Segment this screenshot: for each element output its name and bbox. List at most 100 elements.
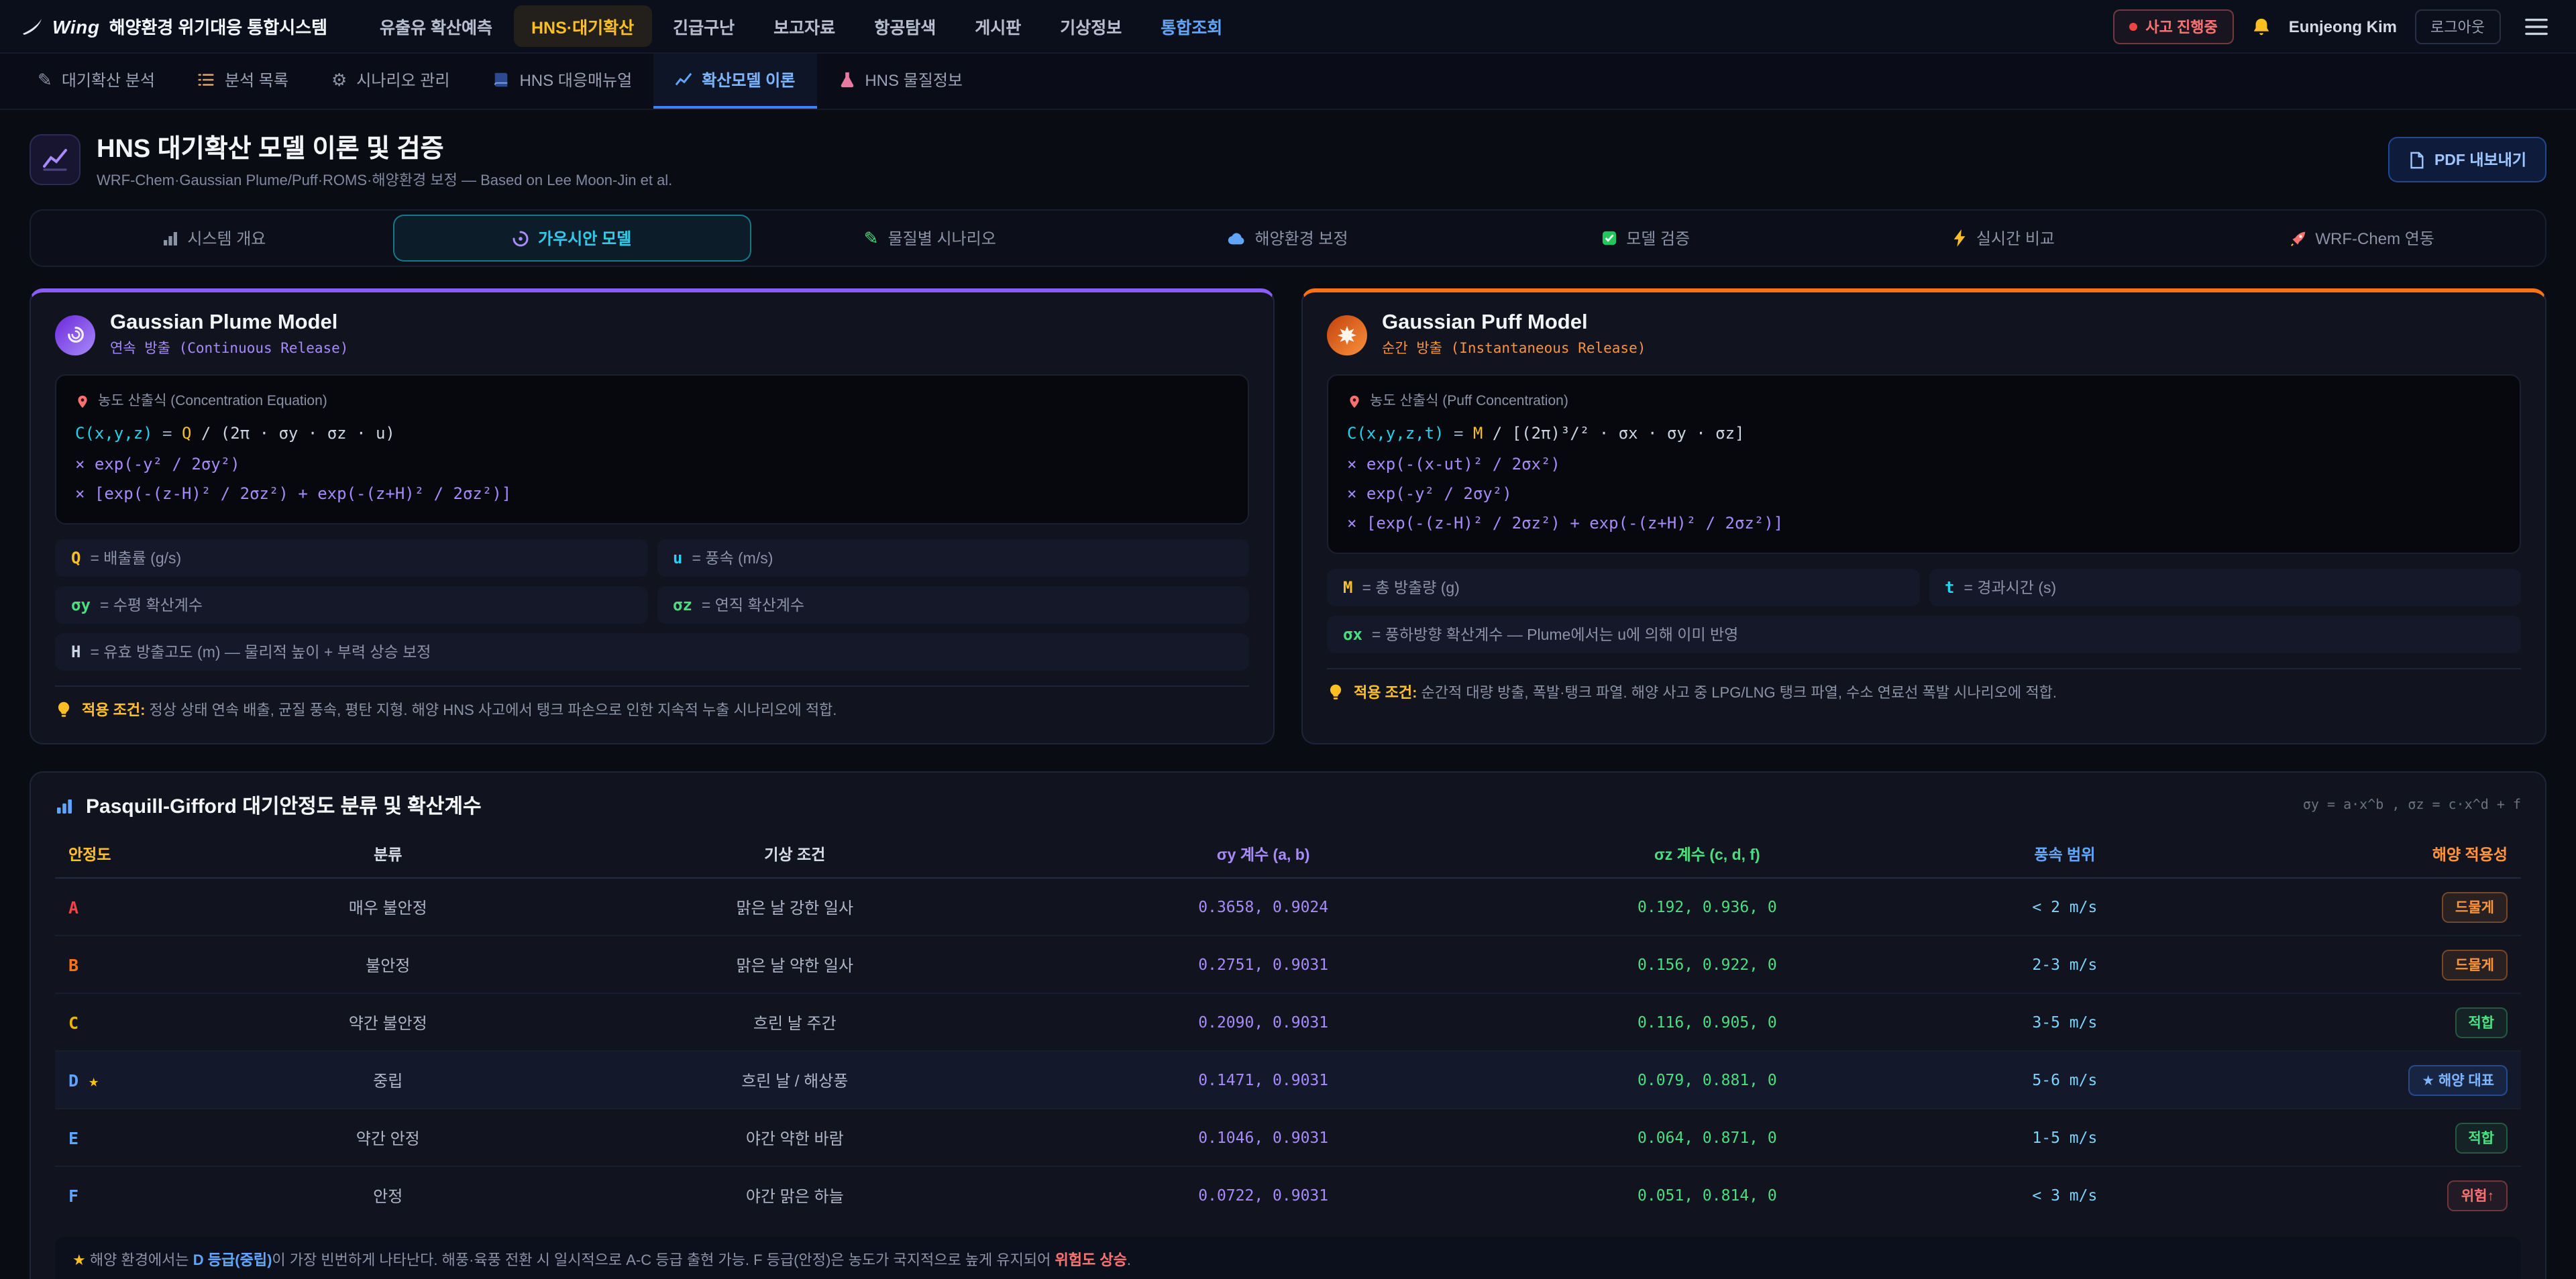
applicability-cell: 드물게 bbox=[2200, 936, 2521, 993]
sigma-y-cell: 0.1471, 0.9031 bbox=[1041, 1051, 1485, 1109]
puff-avatar-icon bbox=[1327, 315, 1367, 355]
puff-card-title: Gaussian Puff Model bbox=[1382, 311, 1646, 335]
weather-cell: 맑은 날 강한 일사 bbox=[548, 878, 1041, 936]
stability-header-row: 안정도 분류 기상 조건 σy 계수 (a, b) σz 계수 (c, d, f… bbox=[55, 832, 2521, 878]
param-M: M= 총 방출량 (g) bbox=[1327, 569, 1919, 606]
page-header-chart-icon bbox=[30, 134, 80, 185]
subnav-item-hns-manual[interactable]: HNS 대응매뉴얼 bbox=[471, 54, 653, 109]
wind-cell: 1-5 m/s bbox=[1929, 1109, 2200, 1166]
rocket-icon bbox=[2290, 230, 2306, 246]
col-wind: 풍속 범위 bbox=[1929, 832, 2200, 878]
tab-gaussian-model[interactable]: 가우시안 모델 bbox=[393, 215, 751, 262]
stability-footnote: ★ 해양 환경에서는 D 등급(중립)이 가장 빈번하게 나타난다. 해풍·육풍… bbox=[55, 1237, 2521, 1279]
puff-application-note: 적용 조건: 순간적 대량 방출, 폭발·탱크 파열. 해양 사고 중 LPG/… bbox=[1327, 668, 2521, 706]
page-title: HNS 대기확산 모델 이론 및 검증 bbox=[97, 129, 672, 165]
sigma-y-cell: 0.2090, 0.9031 bbox=[1041, 993, 1485, 1051]
subnav-item-scenario-management[interactable]: ⚙ 시나리오 관리 bbox=[310, 54, 471, 109]
bar-chart-icon bbox=[55, 796, 74, 815]
tab-model-validation[interactable]: 모델 검증 bbox=[1467, 215, 1825, 262]
stability-row-E: E 약간 안정 야간 약한 바람 0.1046, 0.9031 0.064, 0… bbox=[55, 1109, 2521, 1166]
gear-icon: ⚙ bbox=[331, 71, 347, 89]
grade-cell: C bbox=[55, 993, 227, 1051]
subnav-item-analysis-list[interactable]: 분석 목록 bbox=[176, 54, 310, 109]
wind-cell: < 2 m/s bbox=[1929, 878, 2200, 936]
applicability-cell: 드물게 bbox=[2200, 878, 2521, 936]
applicability-cell: 적합 bbox=[2200, 1109, 2521, 1166]
star-icon: ★ bbox=[72, 1253, 86, 1269]
stability-table-title: Pasquill-Gifford 대기안정도 분류 및 확산계수 bbox=[86, 791, 482, 820]
subnav-item-hns-substance-info[interactable]: HNS 물질정보 bbox=[816, 54, 984, 109]
plume-equation-label: 농도 산출식 (Concentration Equation) bbox=[75, 389, 1229, 415]
hamburger-menu-icon[interactable] bbox=[2518, 10, 2555, 42]
sigma-y-cell: 0.3658, 0.9024 bbox=[1041, 878, 1485, 936]
notification-bell-icon[interactable] bbox=[2251, 15, 2271, 37]
weather-cell: 흐린 날 주간 bbox=[548, 993, 1041, 1051]
nav-item-board[interactable]: 게시판 bbox=[957, 5, 1038, 47]
pin-icon bbox=[1347, 394, 1362, 409]
param-sigma-z: σz= 연직 확산계수 bbox=[657, 586, 1249, 624]
puff-equation-line2: × exp(-(x-ut)² / 2σx²) bbox=[1347, 449, 2501, 478]
incident-status-badge: 사고 진행중 bbox=[2113, 9, 2233, 44]
nav-item-integrated-search[interactable]: 통합조회 bbox=[1143, 5, 1240, 47]
wind-cell: 5-6 m/s bbox=[1929, 1051, 2200, 1109]
weather-cell: 야간 맑은 하늘 bbox=[548, 1166, 1041, 1223]
tab-substance-scenarios[interactable]: ✎ 물질별 시나리오 bbox=[751, 215, 1109, 262]
nav-item-oil-spill[interactable]: 유출유 확산예측 bbox=[362, 5, 510, 47]
nav-item-rescue[interactable]: 긴급구난 bbox=[655, 5, 752, 47]
pencil-icon: ✎ bbox=[38, 71, 52, 89]
list-icon bbox=[198, 71, 215, 89]
col-sigma-y: σy 계수 (a, b) bbox=[1041, 832, 1485, 878]
brand-name: Wing bbox=[52, 15, 100, 37]
book-icon bbox=[492, 71, 510, 89]
grade-cell: B bbox=[55, 936, 227, 993]
sigma-z-cell: 0.064, 0.871, 0 bbox=[1485, 1109, 1929, 1166]
grade-cell: F bbox=[55, 1166, 227, 1223]
pdf-export-button[interactable]: PDF 내보내기 bbox=[2389, 137, 2546, 182]
applicability-cell: ★ 해양 대표 bbox=[2200, 1051, 2521, 1109]
sigma-y-cell: 0.1046, 0.9031 bbox=[1041, 1109, 1485, 1166]
sigma-z-cell: 0.116, 0.905, 0 bbox=[1485, 993, 1929, 1051]
sigma-y-cell: 0.0722, 0.9031 bbox=[1041, 1166, 1485, 1223]
tab-system-overview[interactable]: 시스템 개요 bbox=[35, 215, 393, 262]
tab-marine-correction[interactable]: 해양환경 보정 bbox=[1109, 215, 1467, 262]
param-Q: Q= 배출률 (g/s) bbox=[55, 539, 647, 577]
logout-button[interactable]: 로그아웃 bbox=[2414, 9, 2501, 44]
nav-item-reports[interactable]: 보고자료 bbox=[756, 5, 853, 47]
subnav-item-dispersion-analysis[interactable]: ✎ 대기확산 분석 bbox=[16, 54, 176, 109]
class-cell: 안정 bbox=[227, 1166, 548, 1223]
tab-realtime-comparison[interactable]: 실시간 비교 bbox=[1825, 215, 2184, 262]
model-cards-row: Gaussian Plume Model 연속 방출 (Continuous R… bbox=[30, 288, 2546, 744]
subnav-item-model-theory[interactable]: 확산모델 이론 bbox=[653, 54, 816, 109]
stability-panel-header: Pasquill-Gifford 대기안정도 분류 및 확산계수 σy = a·… bbox=[55, 791, 2521, 820]
cloud-icon bbox=[1228, 231, 1245, 245]
param-sigma-x: σx= 풍하방향 확산계수 — Plume에서는 u에 의해 이미 반영 bbox=[1327, 616, 2521, 653]
lightning-icon bbox=[1953, 229, 1967, 247]
grade-cell: D ★ bbox=[55, 1051, 227, 1109]
nav-item-weather[interactable]: 기상정보 bbox=[1042, 5, 1139, 47]
user-name: Eunjeong Kim bbox=[2289, 17, 2397, 36]
col-grade: 안정도 bbox=[55, 832, 227, 878]
wind-cell: < 3 m/s bbox=[1929, 1166, 2200, 1223]
sigma-z-cell: 0.156, 0.922, 0 bbox=[1485, 936, 1929, 993]
weather-cell: 야간 약한 바람 bbox=[548, 1109, 1041, 1166]
puff-parameters: M= 총 방출량 (g) t= 경과시간 (s) σx= 풍하방향 확산계수 —… bbox=[1327, 569, 2521, 653]
page-header: HNS 대기확산 모델 이론 및 검증 WRF-Chem·Gaussian Pl… bbox=[0, 110, 2576, 207]
stability-row-C: C 약간 불안정 흐린 날 주간 0.2090, 0.9031 0.116, 0… bbox=[55, 993, 2521, 1051]
nav-item-hns-dispersion[interactable]: HNS·대기확산 bbox=[514, 5, 651, 47]
class-cell: 약간 불안정 bbox=[227, 993, 548, 1051]
applicability-cell: 적합 bbox=[2200, 993, 2521, 1051]
grade-cell: E bbox=[55, 1109, 227, 1166]
stability-table-panel: Pasquill-Gifford 대기안정도 분류 및 확산계수 σy = a·… bbox=[30, 771, 2546, 1279]
lightbulb-icon bbox=[55, 700, 72, 719]
flask-icon bbox=[838, 71, 855, 89]
applicability-badge: 드물게 bbox=[2442, 949, 2508, 980]
plume-avatar-icon bbox=[55, 315, 95, 355]
nav-item-aerial-search[interactable]: 항공탐색 bbox=[857, 5, 953, 47]
tab-wrf-chem[interactable]: WRF-Chem 연동 bbox=[2183, 215, 2541, 262]
plume-card-subtitle: 연속 방출 (Continuous Release) bbox=[110, 338, 348, 358]
page-header-text: HNS 대기확산 모델 이론 및 검증 WRF-Chem·Gaussian Pl… bbox=[97, 129, 672, 190]
sigma-z-cell: 0.051, 0.814, 0 bbox=[1485, 1166, 1929, 1223]
stability-row-F: F 안정 야간 맑은 하늘 0.0722, 0.9031 0.051, 0.81… bbox=[55, 1166, 2521, 1223]
stability-table: 안정도 분류 기상 조건 σy 계수 (a, b) σz 계수 (c, d, f… bbox=[55, 832, 2521, 1223]
dispersion-formula: σy = a·x^b , σz = c·x^d + f bbox=[2303, 798, 2521, 813]
